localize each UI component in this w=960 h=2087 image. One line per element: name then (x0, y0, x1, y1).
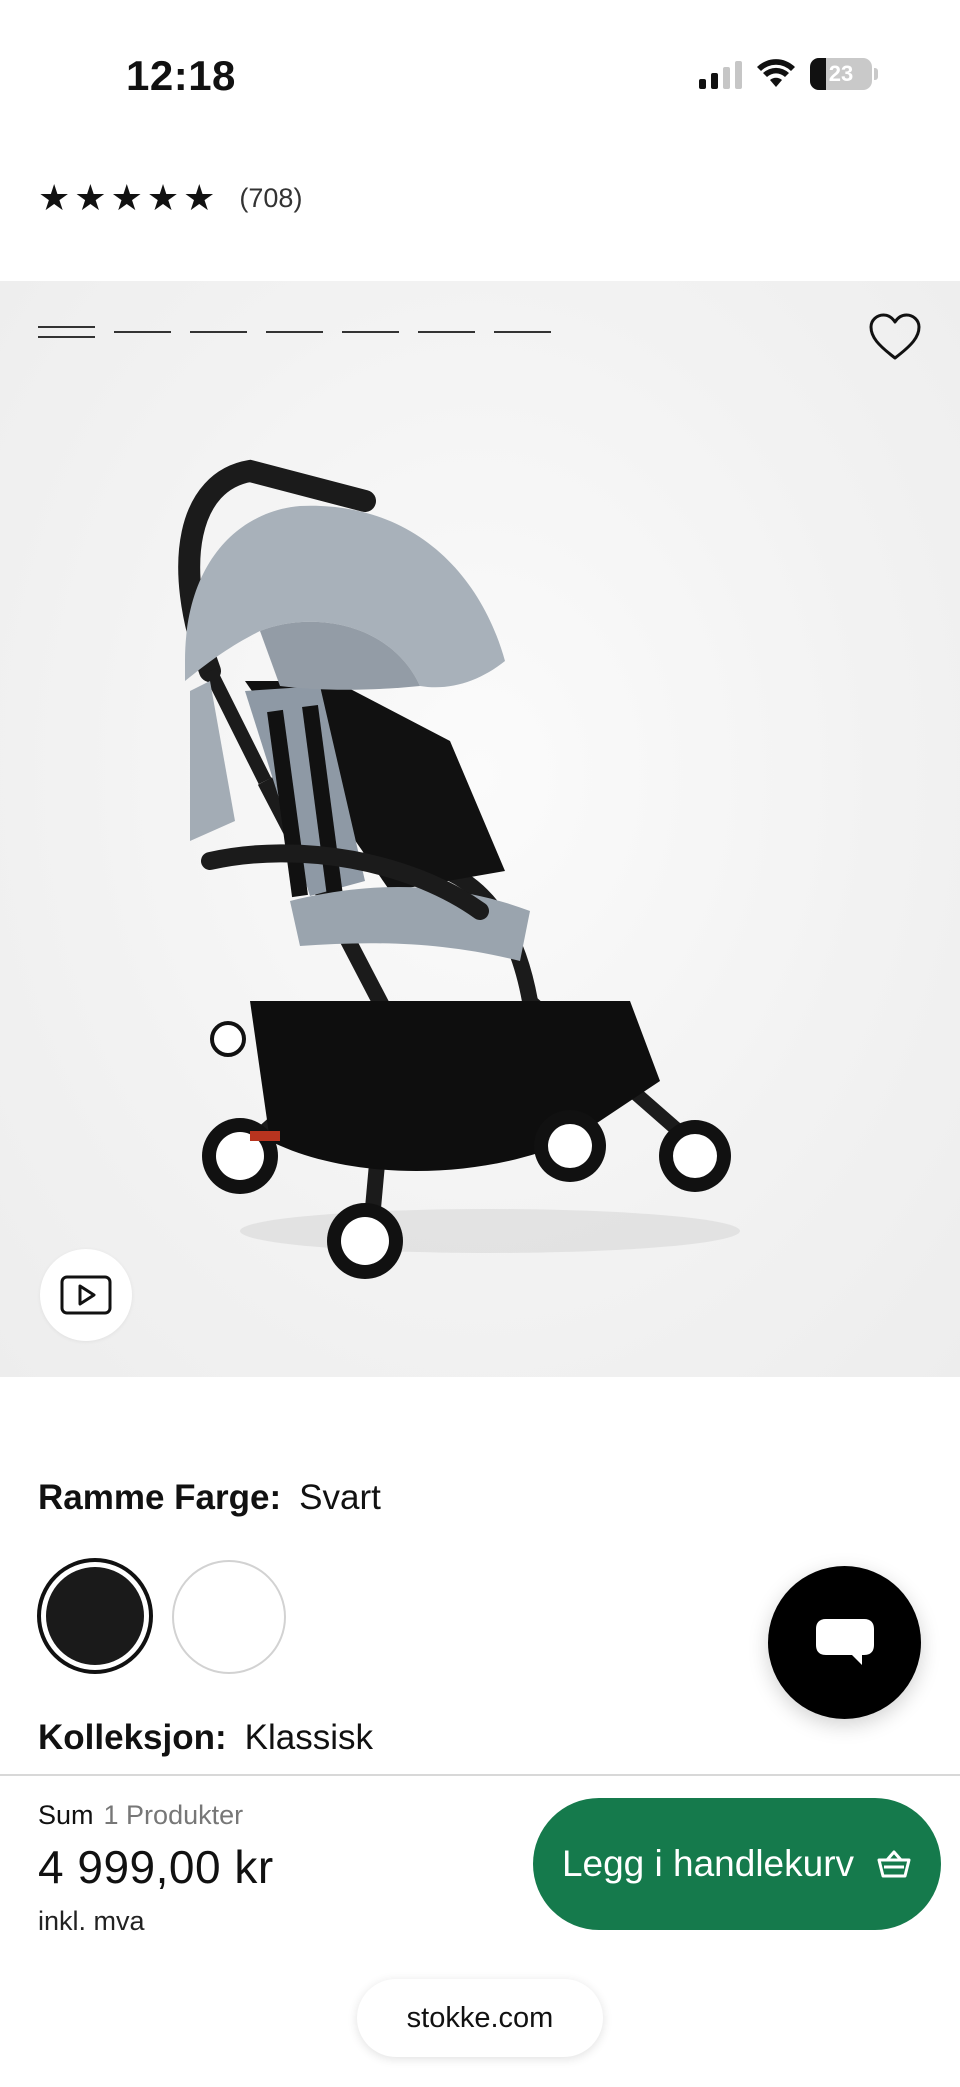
cellular-signal-icon (699, 59, 742, 89)
vat-note: inkl. mva (38, 1906, 145, 1936)
star-icon: ★ (146, 177, 180, 218)
star-icon: ★ (110, 177, 143, 218)
swatch-white[interactable] (172, 1560, 286, 1674)
product-gallery[interactable] (0, 281, 960, 1377)
total-price: 4 999,00 kr (38, 1841, 274, 1893)
play-video-icon (60, 1275, 112, 1315)
chat-button[interactable] (768, 1566, 921, 1719)
star-icon: ★ (183, 177, 216, 218)
gallery-dot-active[interactable] (38, 326, 95, 338)
collection-value: Klassisk (244, 1718, 374, 1757)
gallery-dot[interactable] (342, 331, 399, 333)
battery-icon: 23 (810, 58, 872, 90)
frame-color-label: Ramme Farge: Svart (38, 1478, 381, 1518)
browser-url-pill[interactable]: stokke.com (357, 1979, 603, 2057)
star-icon: ★ (38, 177, 71, 218)
status-time: 12:18 (126, 52, 236, 99)
chat-bubble-icon (815, 1618, 874, 1665)
heart-icon[interactable] (868, 313, 922, 363)
product-rating[interactable]: ★ ★ ★ ★ ★ (708) (38, 180, 302, 216)
gallery-dot[interactable] (266, 331, 323, 333)
add-to-cart-label: Legg i handlekurv (561, 1843, 855, 1884)
sum-label: Sum (38, 1800, 94, 1830)
gallery-dot[interactable] (190, 331, 247, 333)
gallery-dot[interactable] (494, 331, 551, 333)
status-icons: 23 (699, 58, 878, 90)
play-video-button[interactable] (40, 1249, 132, 1341)
add-to-cart-button[interactable]: Legg i handlekurv (533, 1798, 941, 1930)
wifi-icon (757, 59, 795, 87)
frame-color-value: Svart (299, 1478, 381, 1517)
products-count: 1 Produkter (103, 1800, 244, 1830)
star-icon: ★ (74, 177, 107, 218)
sum-line: Sum 1 Produkter (38, 1800, 243, 1831)
basket-icon (877, 1850, 911, 1878)
review-count: (708) (239, 182, 303, 213)
stroller-image (178, 459, 740, 1279)
swatch-black[interactable] (37, 1558, 153, 1674)
gallery-pagination (38, 326, 551, 338)
collection-title: Kolleksjon: (38, 1718, 227, 1757)
status-bar: 12:18 23 (0, 0, 960, 150)
gallery-dot[interactable] (418, 331, 475, 333)
gallery-dot[interactable] (114, 331, 171, 333)
collection-label: Kolleksjon: Klassisk (38, 1718, 373, 1758)
purchase-bar: Sum 1 Produkter 4 999,00 kr inkl. mva Leg… (0, 1774, 960, 2087)
battery-level: 23 (828, 61, 854, 86)
frame-color-title: Ramme Farge: (38, 1478, 282, 1517)
